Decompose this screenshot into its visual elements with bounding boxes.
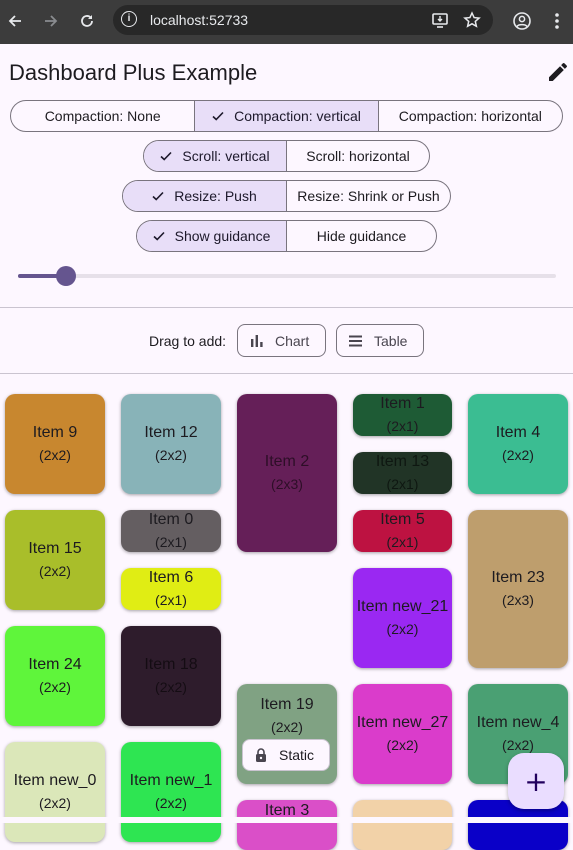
- dashboard-tile[interactable]: Item 23 (2x3): [468, 510, 568, 668]
- address-bar[interactable]: i localhost:52733: [113, 5, 493, 35]
- arrow-right-icon: [45, 15, 58, 27]
- divider: [0, 307, 573, 308]
- add-item-fab[interactable]: +: [508, 753, 564, 809]
- edit-icon[interactable]: [546, 60, 570, 84]
- compaction-vertical-option[interactable]: Compaction: vertical: [194, 101, 378, 131]
- dashboard-tile[interactable]: Item 12 (2x2): [121, 394, 221, 494]
- install-app-icon[interactable]: [431, 11, 449, 29]
- resize-shrink-or-push-option[interactable]: Resize: Shrink or Push: [286, 181, 450, 211]
- dashboard-tile[interactable]: Item 0 (2x1): [121, 510, 221, 552]
- dashboard-tile[interactable]: Item 6 (2x1): [121, 568, 221, 610]
- show-guidance-option[interactable]: Show guidance: [137, 221, 286, 251]
- guidance-segmented-control: Show guidance Hide guidance: [136, 220, 437, 252]
- page-title: Dashboard Plus Example: [9, 60, 258, 85]
- menu-dots-icon[interactable]: [552, 11, 562, 31]
- compaction-none-option[interactable]: Compaction: None: [11, 101, 194, 131]
- dashboard-tile[interactable]: Item 18 (2x2): [121, 626, 221, 726]
- resize-segmented-control: Resize: Push Resize: Shrink or Push: [122, 180, 451, 212]
- dashboard-tile[interactable]: Item 24 (2x2): [5, 626, 105, 726]
- bottom-edge: [0, 817, 573, 823]
- browser-toolbar: i localhost:52733: [0, 0, 573, 44]
- reload-button[interactable]: [76, 10, 98, 32]
- scroll-horizontal-option[interactable]: Scroll: horizontal: [286, 141, 429, 171]
- dashboard-tile[interactable]: Item 4 (2x2): [468, 394, 568, 494]
- resize-push-option[interactable]: Resize: Push: [123, 181, 286, 211]
- dashboard-tile[interactable]: Item 1 (2x1): [353, 394, 452, 436]
- slider-track[interactable]: [18, 274, 556, 278]
- add-table-button[interactable]: Table: [336, 324, 424, 357]
- back-button[interactable]: [4, 10, 26, 32]
- slider-thumb[interactable]: [56, 266, 77, 286]
- dashboard-tile[interactable]: Item 9 (2x2): [5, 394, 105, 494]
- dashboard-tile[interactable]: Item new_27 (2x2): [353, 684, 452, 784]
- url-text: localhost:52733: [150, 12, 249, 28]
- site-info-icon[interactable]: i: [121, 11, 137, 27]
- drag-to-add-label: Drag to add:: [149, 333, 227, 349]
- dashboard-tile[interactable]: [353, 800, 452, 850]
- dashboard-tile[interactable]: Item 2 (2x3): [237, 394, 337, 552]
- compaction-horizontal-option[interactable]: Compaction: horizontal: [377, 101, 562, 131]
- arrow-left-icon: [8, 15, 21, 27]
- static-chip[interactable]: Static: [242, 739, 330, 771]
- dashboard-tile[interactable]: Item 5 (2x1): [353, 510, 452, 552]
- scroll-segmented-control: Scroll: vertical Scroll: horizontal: [143, 140, 430, 172]
- check-icon: [152, 191, 164, 201]
- plus-icon: +: [524, 764, 548, 798]
- dashboard-tile[interactable]: Item new_0 (2x2): [5, 742, 105, 842]
- bar-chart-icon: [251, 334, 263, 347]
- check-icon: [160, 151, 172, 161]
- dashboard-tile[interactable]: Item new_1 (2x2): [121, 742, 221, 842]
- table-icon: [349, 335, 362, 346]
- add-chart-button[interactable]: Chart: [237, 324, 326, 357]
- check-icon: [212, 111, 224, 121]
- check-icon: [153, 231, 165, 241]
- compaction-segmented-control: Compaction: None Compaction: vertical Co…: [10, 100, 563, 132]
- app-bar: Dashboard Plus Example: [0, 44, 573, 100]
- dashboard-tile[interactable]: Item 13 (2x1): [353, 452, 452, 494]
- bookmark-star-icon[interactable]: [463, 11, 481, 29]
- dashboard-tile[interactable]: Item new_21 (2x2): [353, 568, 452, 668]
- scroll-vertical-option[interactable]: Scroll: vertical: [144, 141, 286, 171]
- dashboard-tile[interactable]: Item 3: [237, 800, 337, 850]
- divider: [0, 373, 573, 374]
- dashboard-tile[interactable]: Item 15 (2x2): [5, 510, 105, 610]
- lock-icon: [256, 748, 266, 762]
- profile-icon[interactable]: [512, 11, 532, 31]
- hide-guidance-option[interactable]: Hide guidance: [286, 221, 436, 251]
- forward-button[interactable]: [40, 10, 62, 32]
- reload-icon: [81, 15, 93, 27]
